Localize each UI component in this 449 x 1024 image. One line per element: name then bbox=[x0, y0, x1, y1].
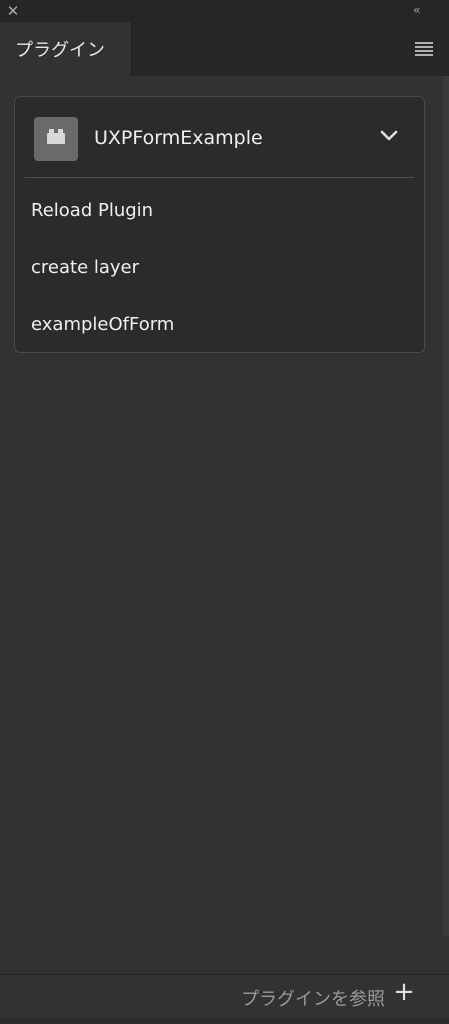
close-icon[interactable]: ✕ bbox=[5, 3, 21, 19]
command-example-of-form[interactable]: exampleOfForm bbox=[31, 314, 174, 335]
plugin-divider bbox=[25, 177, 414, 178]
bottom-edge bbox=[0, 1018, 449, 1024]
plugin-card: UXPFormExample Reload Plugin create laye… bbox=[14, 96, 425, 353]
command-reload-plugin[interactable]: Reload Plugin bbox=[31, 200, 153, 221]
tab-plugins[interactable]: プラグイン bbox=[0, 22, 132, 76]
panel-tab-row: プラグイン bbox=[0, 22, 449, 76]
panel-footer: プラグインを参照 + bbox=[0, 974, 449, 1024]
plugin-name: UXPFormExample bbox=[94, 127, 263, 149]
plugins-panel: ✕ ‹‹ プラグイン UXPFormExample Reload Plugin … bbox=[0, 0, 449, 1024]
add-plugin-icon[interactable]: + bbox=[393, 979, 415, 1005]
plugin-header[interactable]: UXPFormExample bbox=[15, 97, 424, 177]
panel-resize-edge[interactable] bbox=[443, 76, 449, 936]
browse-plugins-link[interactable]: プラグインを参照 bbox=[241, 985, 385, 1011]
panel-title-bar: ✕ ‹‹ bbox=[0, 0, 449, 22]
tab-plugins-label: プラグイン bbox=[15, 40, 105, 61]
command-create-layer[interactable]: create layer bbox=[31, 257, 139, 278]
panel-menu-icon[interactable] bbox=[415, 42, 433, 56]
plugin-brick-icon bbox=[34, 117, 78, 161]
chevron-down-icon[interactable] bbox=[380, 129, 398, 143]
collapse-panel-icon[interactable]: ‹‹ bbox=[413, 2, 431, 18]
